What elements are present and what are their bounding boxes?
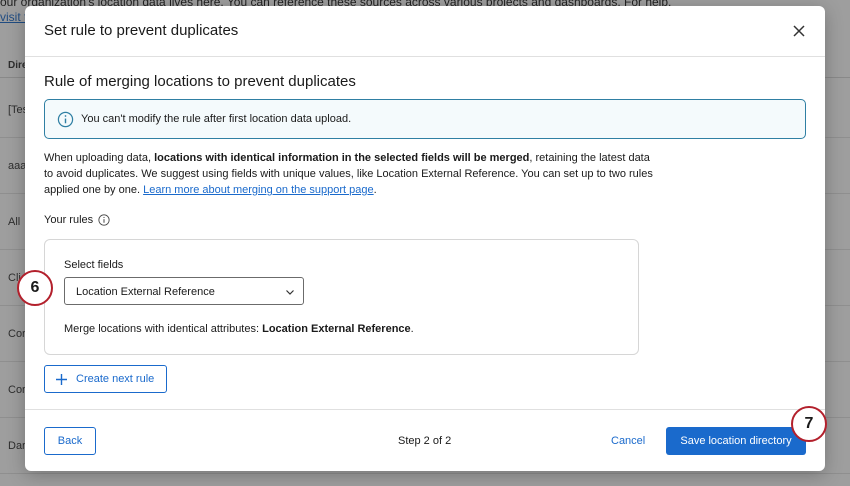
your-rules-label: Your rules: [44, 214, 94, 226]
merge-summary: Merge locations with identical attribute…: [64, 323, 414, 335]
merge-description: When uploading data, locations with iden…: [44, 150, 654, 198]
step-6-callout: 6: [17, 270, 53, 306]
close-button[interactable]: [789, 21, 809, 41]
description-text: .: [373, 184, 377, 196]
info-banner: You can't modify the rule after first lo…: [44, 99, 806, 139]
set-rule-modal: Set rule to prevent duplicates Rule of m…: [25, 6, 825, 471]
cancel-button[interactable]: Cancel: [611, 435, 645, 447]
plus-icon: [56, 373, 67, 385]
select-fields-value: Location External Reference: [76, 286, 215, 298]
step-7-callout: 7: [791, 406, 827, 442]
modal-footer: Back Step 2 of 2 Cancel Save location di…: [25, 409, 825, 471]
modal-title: Set rule to prevent duplicates: [44, 22, 239, 39]
merge-summary-attribute: Location External Reference: [262, 323, 411, 335]
your-rules-heading: Your rules: [44, 214, 110, 226]
support-page-link[interactable]: Learn more about merging on the support …: [143, 184, 374, 196]
merge-summary-prefix: Merge locations with identical attribute…: [64, 323, 263, 335]
info-icon[interactable]: [98, 214, 110, 226]
rule-card: Select fields Location External Referenc…: [44, 239, 639, 355]
chevron-down-icon: [286, 290, 294, 295]
merge-summary-suffix: .: [410, 323, 414, 335]
select-fields-dropdown[interactable]: Location External Reference: [64, 277, 304, 305]
create-next-rule-button[interactable]: Create next rule: [44, 365, 167, 393]
modal-header: Set rule to prevent duplicates: [25, 6, 825, 57]
info-banner-text: You can't modify the rule after first lo…: [81, 113, 352, 125]
description-bold-text: locations with identical information in …: [154, 152, 530, 164]
section-title: Rule of merging locations to prevent dup…: [44, 73, 356, 90]
select-fields-label: Select fields: [64, 259, 124, 271]
info-icon: [57, 111, 74, 128]
save-location-directory-button[interactable]: Save location directory: [666, 427, 806, 455]
create-next-rule-label: Create next rule: [76, 373, 155, 385]
description-text: When uploading data,: [44, 152, 155, 164]
step-indicator: Step 2 of 2: [398, 435, 452, 447]
close-icon: [793, 25, 805, 37]
back-button[interactable]: Back: [44, 427, 96, 455]
